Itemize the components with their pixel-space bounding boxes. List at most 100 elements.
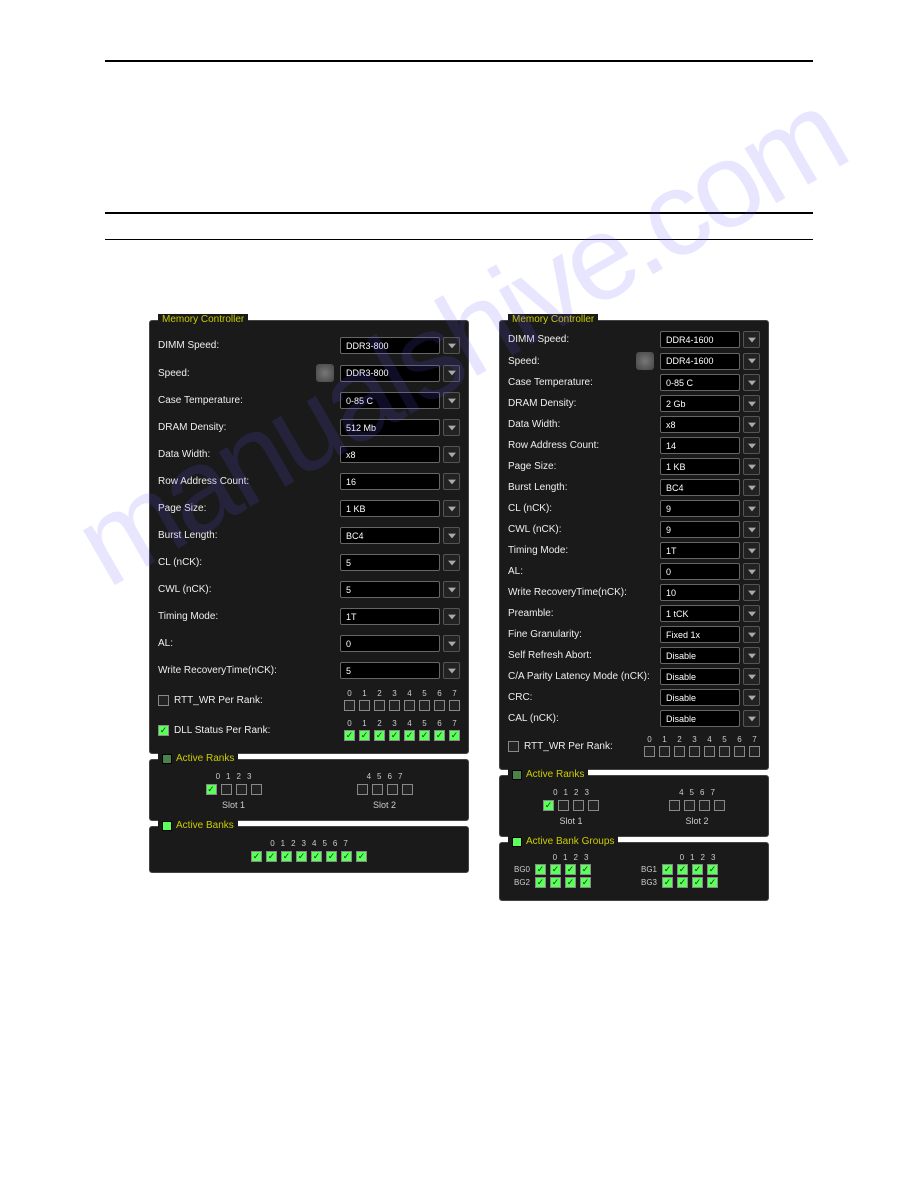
dropdown-value[interactable]: BC4 xyxy=(340,527,440,544)
rank-checkbox[interactable] xyxy=(296,851,307,862)
rank-checkbox[interactable] xyxy=(699,800,710,811)
dropdown-arrow-icon[interactable] xyxy=(743,458,760,475)
dropdown-arrow-icon[interactable] xyxy=(743,353,760,370)
bit-checkbox[interactable] xyxy=(389,700,400,711)
dropdown-value[interactable]: 5 xyxy=(340,554,440,571)
dropdown-value[interactable]: 0-85 C xyxy=(660,374,740,391)
rank-checkbox[interactable] xyxy=(251,784,262,795)
bit-checkbox[interactable] xyxy=(404,700,415,711)
dropdown-arrow-icon[interactable] xyxy=(443,500,460,517)
rank-checkbox[interactable] xyxy=(535,864,546,875)
dropdown-arrow-icon[interactable] xyxy=(743,437,760,454)
dropdown-value[interactable]: 9 xyxy=(660,500,740,517)
dropdown-value[interactable]: x8 xyxy=(660,416,740,433)
dropdown-value[interactable]: DDR3-800 xyxy=(340,337,440,354)
dropdown-arrow-icon[interactable] xyxy=(743,626,760,643)
rank-checkbox[interactable] xyxy=(387,784,398,795)
dropdown-arrow-icon[interactable] xyxy=(743,395,760,412)
rank-checkbox[interactable] xyxy=(684,800,695,811)
rank-checkbox[interactable] xyxy=(565,877,576,888)
dropdown-value[interactable]: 16 xyxy=(340,473,440,490)
dropdown-arrow-icon[interactable] xyxy=(743,647,760,664)
dropdown-arrow-icon[interactable] xyxy=(443,446,460,463)
dropdown-value[interactable]: 1 KB xyxy=(340,500,440,517)
dropdown-value[interactable]: BC4 xyxy=(660,479,740,496)
bit-checkbox[interactable] xyxy=(734,746,745,757)
dropdown-arrow-icon[interactable] xyxy=(443,635,460,652)
dropdown-value[interactable]: DDR4-1600 xyxy=(660,331,740,348)
dropdown-arrow-icon[interactable] xyxy=(443,337,460,354)
bit-checkbox[interactable] xyxy=(434,730,445,741)
ranks-title-checkbox[interactable] xyxy=(512,770,522,780)
rank-checkbox[interactable] xyxy=(550,877,561,888)
dropdown-value[interactable]: 10 xyxy=(660,584,740,601)
rank-checkbox[interactable] xyxy=(543,800,554,811)
bit-checkbox[interactable] xyxy=(689,746,700,757)
rank-checkbox[interactable] xyxy=(677,864,688,875)
rank-checkbox[interactable] xyxy=(692,864,703,875)
rank-checkbox[interactable] xyxy=(565,864,576,875)
rank-checkbox[interactable] xyxy=(550,864,561,875)
rank-checkbox[interactable] xyxy=(311,851,322,862)
dropdown-arrow-icon[interactable] xyxy=(743,500,760,517)
dropdown-value[interactable]: Disable xyxy=(660,668,740,685)
dropdown-value[interactable]: 1T xyxy=(340,608,440,625)
bg-title-checkbox[interactable] xyxy=(512,837,522,847)
rank-checkbox[interactable] xyxy=(677,877,688,888)
bit-checkbox[interactable] xyxy=(359,700,370,711)
dropdown-value[interactable]: 14 xyxy=(660,437,740,454)
bit-checkbox[interactable] xyxy=(434,700,445,711)
dropdown-arrow-icon[interactable] xyxy=(743,563,760,580)
dropdown-value[interactable]: 1T xyxy=(660,542,740,559)
rank-checkbox[interactable] xyxy=(206,784,217,795)
rank-checkbox[interactable] xyxy=(535,877,546,888)
rank-checkbox[interactable] xyxy=(221,784,232,795)
bit-checkbox[interactable] xyxy=(374,730,385,741)
rank-checkbox[interactable] xyxy=(372,784,383,795)
dropdown-arrow-icon[interactable] xyxy=(743,416,760,433)
link-icon[interactable] xyxy=(316,364,334,382)
ranks-title-checkbox[interactable] xyxy=(162,754,172,764)
rank-checkbox[interactable] xyxy=(558,800,569,811)
bit-checkbox[interactable] xyxy=(719,746,730,757)
dropdown-value[interactable]: Disable xyxy=(660,689,740,706)
dropdown-value[interactable]: x8 xyxy=(340,446,440,463)
dropdown-value[interactable]: 0-85 C xyxy=(340,392,440,409)
rank-checkbox[interactable] xyxy=(707,864,718,875)
bit-checkbox[interactable] xyxy=(359,730,370,741)
dropdown-arrow-icon[interactable] xyxy=(443,608,460,625)
rank-checkbox[interactable] xyxy=(588,800,599,811)
bit-checkbox[interactable] xyxy=(749,746,760,757)
dropdown-value[interactable]: 512 Mb xyxy=(340,419,440,436)
bit-checkbox[interactable] xyxy=(644,746,655,757)
dropdown-value[interactable]: 9 xyxy=(660,521,740,538)
dropdown-arrow-icon[interactable] xyxy=(743,605,760,622)
dropdown-value[interactable]: DDR4-1600 xyxy=(660,353,740,370)
dropdown-value[interactable]: 1 KB xyxy=(660,458,740,475)
dropdown-value[interactable]: 2 Gb xyxy=(660,395,740,412)
rank-checkbox[interactable] xyxy=(236,784,247,795)
rank-checkbox[interactable] xyxy=(341,851,352,862)
dropdown-arrow-icon[interactable] xyxy=(743,542,760,559)
dropdown-arrow-icon[interactable] xyxy=(743,689,760,706)
dropdown-arrow-icon[interactable] xyxy=(743,710,760,727)
bit-checkbox[interactable] xyxy=(419,730,430,741)
bit-checkbox[interactable] xyxy=(374,700,385,711)
rank-checkbox[interactable] xyxy=(580,864,591,875)
dropdown-arrow-icon[interactable] xyxy=(743,374,760,391)
bit-checkbox[interactable] xyxy=(449,730,460,741)
rank-checkbox[interactable] xyxy=(402,784,413,795)
rank-checkbox[interactable] xyxy=(281,851,292,862)
dropdown-arrow-icon[interactable] xyxy=(443,662,460,679)
dropdown-arrow-icon[interactable] xyxy=(443,554,460,571)
dropdown-arrow-icon[interactable] xyxy=(743,668,760,685)
bit-checkbox[interactable] xyxy=(344,700,355,711)
bit-checkbox[interactable] xyxy=(449,700,460,711)
bit-checkbox[interactable] xyxy=(659,746,670,757)
rank-checkbox[interactable] xyxy=(326,851,337,862)
rank-checkbox[interactable] xyxy=(669,800,680,811)
rank-checkbox[interactable] xyxy=(356,851,367,862)
bit-checkbox[interactable] xyxy=(674,746,685,757)
rtt-checkbox[interactable] xyxy=(158,695,169,706)
dropdown-arrow-icon[interactable] xyxy=(443,419,460,436)
